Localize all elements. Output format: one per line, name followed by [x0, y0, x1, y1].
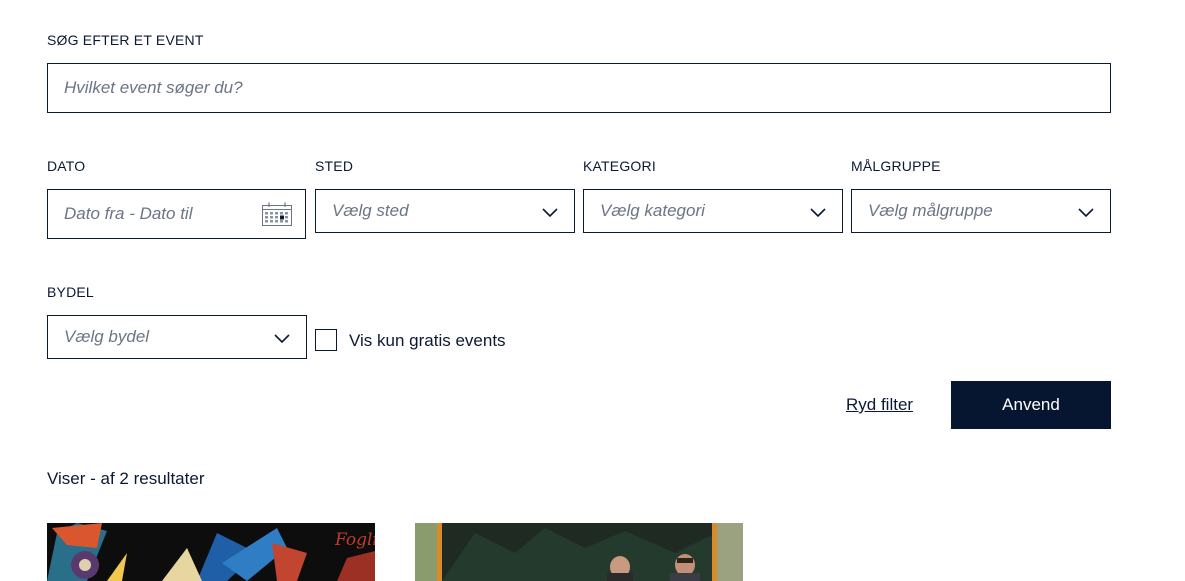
place-placeholder: Vælg sted: [332, 201, 409, 220]
date-range-input[interactable]: Dato fra - Dato til: [47, 189, 306, 239]
event-image-2: [415, 523, 743, 581]
search-input[interactable]: Hvilket event søger du?: [47, 63, 1111, 113]
district-placeholder: Vælg bydel: [64, 327, 150, 346]
district-select[interactable]: Vælg bydel: [47, 315, 307, 359]
audience-select[interactable]: Vælg målgruppe: [851, 189, 1111, 233]
chevron-down-icon: [1078, 208, 1094, 218]
event-image-1: Foglie: [47, 523, 375, 581]
search-label: SØG EFTER ET EVENT: [47, 32, 204, 48]
place-label: STED: [315, 158, 354, 174]
free-only-checkbox[interactable]: [315, 329, 337, 351]
category-placeholder: Vælg kategori: [600, 201, 705, 220]
audience-placeholder: Vælg målgruppe: [868, 201, 993, 220]
date-placeholder: Dato fra - Dato til: [64, 204, 193, 223]
event-card-image-1[interactable]: Foglie: [47, 523, 375, 581]
results-count: Viser - af 2 resultater: [47, 469, 205, 488]
chevron-down-icon: [542, 208, 558, 218]
event-card-image-2[interactable]: [415, 523, 743, 581]
clear-filter-button[interactable]: Ryd filter: [846, 395, 913, 415]
date-label: DATO: [47, 158, 86, 174]
chevron-down-icon: [274, 334, 290, 344]
place-select[interactable]: Vælg sted: [315, 189, 575, 233]
svg-text:Foglie: Foglie: [334, 530, 375, 550]
calendar-icon[interactable]: [262, 202, 293, 226]
audience-label: MÅLGRUPPE: [851, 158, 941, 174]
chevron-down-icon: [810, 208, 826, 218]
search-placeholder: Hvilket event søger du?: [64, 78, 243, 97]
apply-button[interactable]: Anvend: [951, 381, 1111, 429]
district-label: BYDEL: [47, 284, 94, 300]
category-select[interactable]: Vælg kategori: [583, 189, 843, 233]
category-label: KATEGORI: [583, 158, 656, 174]
free-only-label[interactable]: Vis kun gratis events: [349, 331, 506, 351]
